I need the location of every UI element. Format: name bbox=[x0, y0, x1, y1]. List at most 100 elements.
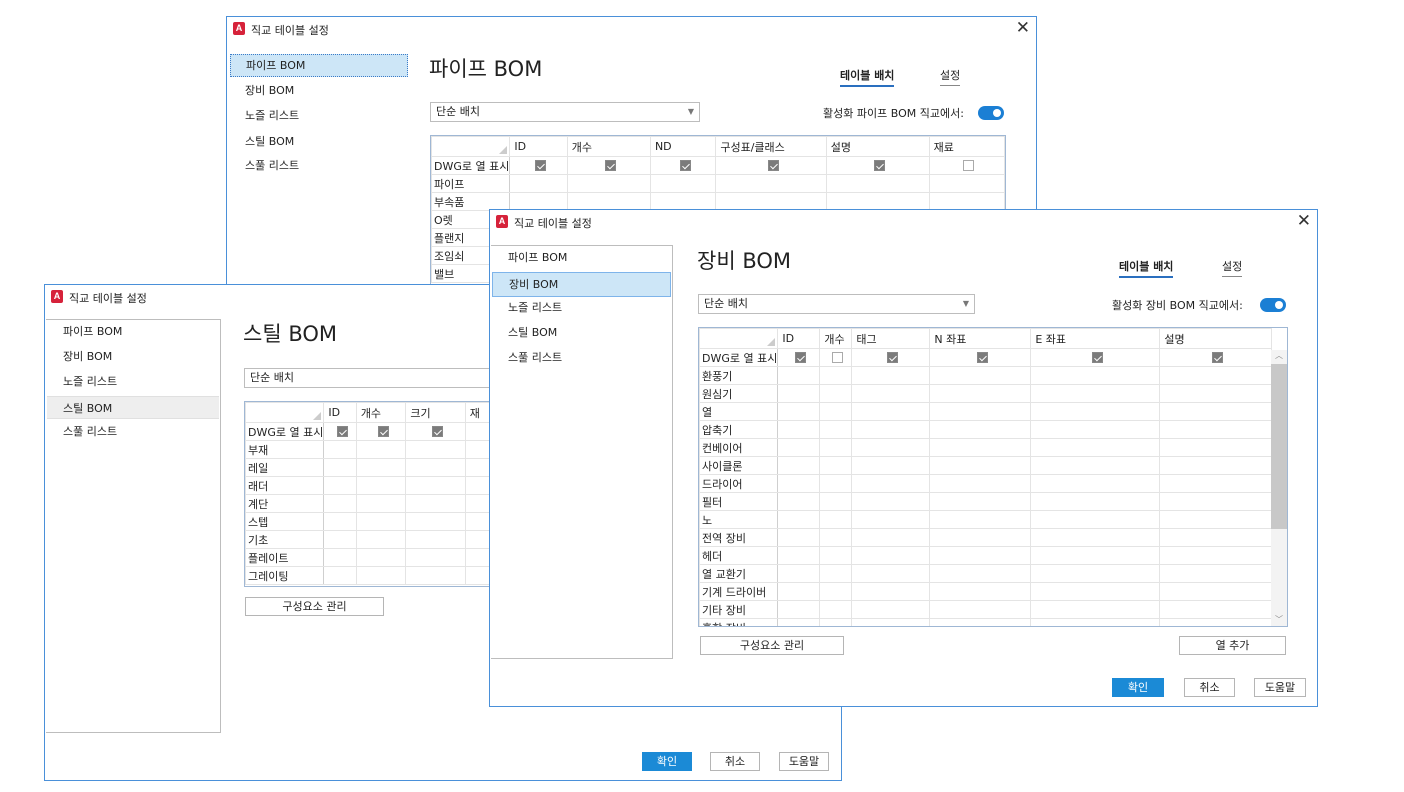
column-checkbox[interactable] bbox=[767, 160, 779, 171]
autocad-app-icon: A bbox=[233, 22, 245, 35]
column-checkbox[interactable] bbox=[832, 352, 844, 363]
show-row-label: DWG로 열 표시 bbox=[431, 156, 511, 175]
column-header[interactable]: 재료 bbox=[928, 136, 1005, 157]
layout-select-value: 단순 배치 bbox=[250, 371, 294, 384]
column-checkbox[interactable] bbox=[377, 426, 389, 437]
manage-components-button[interactable]: 구성요소 관리 bbox=[700, 636, 844, 655]
window-title: 직교 테이블 설정 bbox=[69, 292, 147, 305]
column-checkbox[interactable] bbox=[887, 352, 899, 363]
column-checkbox[interactable] bbox=[963, 160, 975, 171]
scroll-down-icon[interactable]: ﹀ bbox=[1271, 614, 1287, 626]
nav-item-steel-bom[interactable]: 스틸 BOM bbox=[229, 130, 407, 153]
column-header[interactable]: 개수 bbox=[819, 328, 853, 349]
bom-table: ID 개수 크기 재 DWG로 열 표시 부재 레일 래더 계단 스텝 기초 플… bbox=[244, 401, 494, 587]
ok-button[interactable]: 확인 bbox=[642, 752, 692, 771]
nav-item-pipe-bom[interactable]: 파이프 BOM bbox=[230, 54, 408, 77]
table-scrollbar[interactable]: ︿ ﹀ bbox=[1271, 350, 1287, 626]
active-label: 활성화 장비 BOM 직교에서: bbox=[1112, 299, 1243, 312]
row-label: 부속품 bbox=[431, 192, 511, 211]
row-label: 기타 장비 bbox=[699, 600, 779, 619]
nav-item-pipe-bom[interactable]: 파이프 BOM bbox=[492, 246, 671, 269]
layout-select[interactable]: 단순 배치 bbox=[244, 368, 504, 388]
nav-item-nozzle-list[interactable]: 노즐 리스트 bbox=[492, 296, 671, 319]
row-label: 래더 bbox=[245, 476, 325, 495]
show-row-label: DWG로 열 표시 bbox=[699, 348, 779, 367]
column-checkbox[interactable] bbox=[1212, 352, 1224, 363]
show-row-label: DWG로 열 표시 bbox=[245, 422, 325, 441]
nav-item-equipment-bom[interactable]: 장비 BOM bbox=[229, 79, 407, 102]
add-column-button[interactable]: 열 추가 bbox=[1179, 636, 1286, 655]
column-header[interactable]: 설명 bbox=[825, 136, 930, 157]
tab-settings[interactable]: 설정 bbox=[940, 67, 961, 86]
ok-button[interactable]: 확인 bbox=[1112, 678, 1164, 697]
help-button[interactable]: 도움말 bbox=[1254, 678, 1306, 697]
page-title: 파이프 BOM bbox=[429, 57, 543, 81]
cancel-button[interactable]: 취소 bbox=[710, 752, 760, 771]
scroll-up-icon[interactable]: ︿ bbox=[1271, 350, 1287, 362]
nav-list: 파이프 BOM 장비 BOM 노즐 리스트 스틸 BOM 스풀 리스트 bbox=[228, 54, 408, 291]
page-title: 장비 BOM bbox=[697, 249, 792, 273]
nav-item-spool-list[interactable]: 스풀 리스트 bbox=[229, 154, 407, 177]
row-label: 헤더 bbox=[699, 546, 779, 565]
scrollbar-thumb[interactable] bbox=[1271, 364, 1287, 529]
column-header[interactable]: ND bbox=[649, 136, 717, 157]
cancel-button[interactable]: 취소 bbox=[1184, 678, 1235, 697]
column-checkbox[interactable] bbox=[679, 160, 691, 171]
column-header[interactable]: N 좌표 bbox=[929, 328, 1032, 349]
column-header[interactable]: 설명 bbox=[1159, 328, 1273, 349]
column-checkbox[interactable] bbox=[1091, 352, 1103, 363]
table-corner bbox=[431, 136, 511, 157]
nav-item-steel-bom[interactable]: 스틸 BOM bbox=[492, 321, 671, 344]
column-header[interactable]: E 좌표 bbox=[1030, 328, 1161, 349]
table-corner bbox=[699, 328, 779, 349]
column-checkbox[interactable] bbox=[535, 160, 547, 171]
layout-select[interactable]: 단순 배치 ▼ bbox=[698, 294, 975, 314]
column-header[interactable]: 개수 bbox=[355, 402, 407, 423]
column-header[interactable]: ID bbox=[323, 402, 357, 423]
nav-item-spool-list[interactable]: 스풀 리스트 bbox=[492, 346, 671, 369]
close-icon[interactable]: ✕ bbox=[1016, 18, 1030, 38]
page-title: 스틸 BOM bbox=[243, 322, 338, 346]
active-toggle[interactable] bbox=[1260, 298, 1286, 312]
column-header[interactable]: 크기 bbox=[405, 402, 466, 423]
column-checkbox[interactable] bbox=[795, 352, 807, 363]
help-button[interactable]: 도움말 bbox=[779, 752, 829, 771]
row-label: 레일 bbox=[245, 458, 325, 477]
column-header[interactable]: 개수 bbox=[566, 136, 651, 157]
manage-components-button[interactable]: 구성요소 관리 bbox=[245, 597, 384, 616]
bom-table: ID 개수 태그 N 좌표 E 좌표 설명 DWG로 열 표시 환풍기 원심기 … bbox=[698, 327, 1288, 627]
nav-item-steel-bom[interactable]: 스틸 BOM bbox=[47, 396, 219, 419]
nav-list: 파이프 BOM 장비 BOM 노즐 리스트 스틸 BOM 스풀 리스트 bbox=[46, 319, 221, 733]
column-checkbox[interactable] bbox=[432, 426, 444, 437]
tab-table-layout[interactable]: 테이블 배치 bbox=[1119, 258, 1174, 278]
column-header[interactable]: ID bbox=[777, 328, 821, 349]
column-checkbox[interactable] bbox=[336, 426, 348, 437]
layout-select[interactable]: 단순 배치 ▼ bbox=[430, 102, 700, 122]
nav-item-spool-list[interactable]: 스풀 리스트 bbox=[47, 420, 219, 443]
row-label: 기초 bbox=[245, 530, 325, 549]
column-header[interactable]: 태그 bbox=[851, 328, 931, 349]
nav-item-equipment-bom[interactable]: 장비 BOM bbox=[47, 345, 219, 368]
column-checkbox[interactable] bbox=[874, 160, 886, 171]
column-header[interactable]: 구성표/클래스 bbox=[715, 136, 827, 157]
autocad-app-icon: A bbox=[496, 215, 508, 228]
row-label: 압축기 bbox=[699, 420, 779, 439]
tab-table-layout[interactable]: 테이블 배치 bbox=[840, 67, 895, 87]
nav-item-nozzle-list[interactable]: 노즐 리스트 bbox=[47, 370, 219, 393]
autocad-app-icon: A bbox=[51, 290, 63, 303]
row-label: 컨베이어 bbox=[699, 438, 779, 457]
nav-item-pipe-bom[interactable]: 파이프 BOM bbox=[47, 320, 219, 343]
tab-settings[interactable]: 설정 bbox=[1222, 258, 1243, 277]
close-icon[interactable]: ✕ bbox=[1297, 211, 1311, 231]
column-checkbox[interactable] bbox=[976, 352, 988, 363]
nav-item-nozzle-list[interactable]: 노즐 리스트 bbox=[229, 104, 407, 127]
column-header[interactable]: ID bbox=[509, 136, 568, 157]
equipment-bom-dialog: A 직교 테이블 설정 ✕ 파이프 BOM 장비 BOM 노즐 리스트 스틸 B… bbox=[489, 209, 1318, 707]
active-toggle[interactable] bbox=[978, 106, 1004, 120]
nav-list: 파이프 BOM 장비 BOM 노즐 리스트 스틸 BOM 스풀 리스트 bbox=[491, 245, 673, 659]
row-label: 열 교환기 bbox=[699, 564, 779, 583]
column-checkbox[interactable] bbox=[605, 160, 617, 171]
layout-select-value: 단순 배치 bbox=[436, 105, 480, 118]
row-label: 필터 bbox=[699, 492, 779, 511]
nav-item-equipment-bom[interactable]: 장비 BOM bbox=[492, 272, 671, 297]
